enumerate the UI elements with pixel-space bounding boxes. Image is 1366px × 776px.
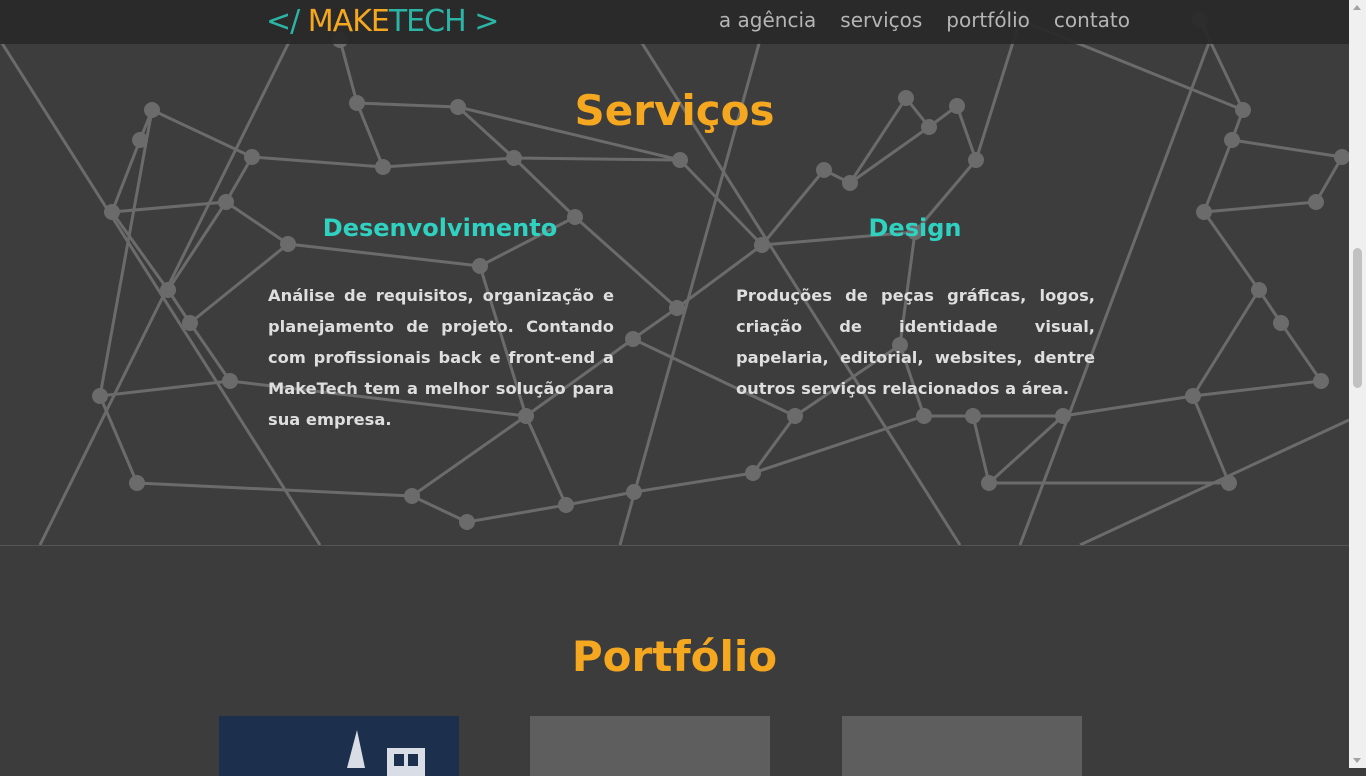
network-node: [916, 408, 932, 424]
services-section: Serviços Desenvolvimento Análise de requ…: [0, 0, 1349, 546]
network-node: [506, 150, 522, 166]
network-edge: [251, 155, 384, 169]
network-edge: [1203, 200, 1317, 214]
portfolio-title: Portfólio: [571, 632, 778, 681]
network-node: [472, 258, 488, 274]
network-edge: [513, 156, 681, 162]
network-edge: [849, 125, 930, 185]
network-node: [459, 514, 475, 530]
network-node: [672, 152, 688, 168]
service-title-design: Design: [868, 214, 962, 242]
network-edge: [971, 415, 991, 484]
top-navbar: </ MAKETECH > a agência serviços portfól…: [0, 0, 1349, 44]
network-edge: [632, 306, 678, 341]
network-node: [1185, 388, 1201, 404]
network-node: [1313, 373, 1329, 389]
network-edge: [752, 414, 925, 475]
scrollbar-thumb[interactable]: [1353, 248, 1362, 388]
scroll-up-arrow-icon[interactable]: [1353, 5, 1361, 10]
network-edge: [1202, 139, 1234, 213]
network-node: [625, 331, 641, 347]
network-node: [92, 388, 108, 404]
network-node: [745, 465, 761, 481]
main-nav: a agência serviços portfólio contato: [719, 8, 1130, 32]
service-title-development: Desenvolvimento: [322, 214, 558, 242]
network-node: [626, 484, 642, 500]
network-node: [816, 162, 832, 178]
logo-text-make: MAKE: [307, 4, 390, 39]
network-edge: [166, 201, 228, 291]
network-edge: [136, 481, 413, 498]
network-edge: [98, 395, 139, 484]
portfolio-card-3[interactable]: [842, 716, 1082, 776]
network-edge: [512, 156, 577, 219]
nav-link-servicos[interactable]: serviços: [840, 8, 922, 32]
network-node: [160, 282, 176, 298]
network-node: [244, 149, 260, 165]
network-node: [965, 408, 981, 424]
network-edge: [98, 109, 154, 397]
network-node: [404, 488, 420, 504]
network-node: [968, 152, 984, 168]
network-node: [182, 315, 198, 331]
network-edge: [987, 414, 1065, 485]
network-edge: [1192, 379, 1322, 398]
network-edge: [1202, 211, 1261, 291]
service-text-design: Produções de peças gráficas, logos, cria…: [736, 286, 1095, 398]
network-node: [558, 497, 574, 513]
network-node: [1251, 282, 1267, 298]
network-node: [1273, 315, 1289, 331]
portfolio-card-1[interactable]: [219, 716, 459, 776]
scroll-down-arrow-icon[interactable]: [1353, 758, 1361, 763]
network-node: [129, 475, 145, 491]
network-edge: [1231, 138, 1343, 159]
network-node: [218, 194, 234, 210]
network-edge: [633, 471, 754, 494]
nav-link-contato[interactable]: contato: [1054, 8, 1130, 32]
network-edge: [1279, 322, 1323, 382]
network-node: [222, 373, 238, 389]
maketech-logo[interactable]: </ MAKETECH >: [266, 3, 499, 41]
portfolio-thumbnail-image: [347, 730, 425, 776]
network-edge: [287, 242, 481, 268]
network-edge: [1191, 289, 1261, 397]
network-node: [1308, 194, 1324, 210]
nav-link-agencia[interactable]: a agência: [719, 8, 816, 32]
network-edge: [565, 490, 635, 507]
nav-link-portfolio[interactable]: portfólio: [946, 8, 1030, 32]
network-node: [1055, 408, 1071, 424]
network-node: [1221, 475, 1237, 491]
network-node: [842, 175, 858, 191]
network-edge: [411, 494, 468, 524]
network-node: [1334, 149, 1349, 165]
logo-bracket-open: </: [266, 4, 300, 39]
service-text-development: Análise de requisitos, organização e pla…: [268, 286, 614, 429]
network-node: [669, 300, 685, 316]
logo-bracket-close: >: [474, 4, 499, 39]
network-edge: [466, 503, 567, 524]
network-node: [104, 204, 120, 220]
network-node: [1196, 204, 1212, 220]
network-node: [981, 475, 997, 491]
network-background: [0, 12, 1349, 545]
network-edge: [382, 156, 515, 169]
network-node: [787, 408, 803, 424]
network-edge: [1191, 395, 1231, 484]
network-node: [375, 159, 391, 175]
portfolio-card-2[interactable]: [530, 716, 770, 776]
logo-text-tech: TECH: [388, 4, 467, 39]
services-title: Serviços: [574, 86, 775, 135]
page-scrollbar[interactable]: [1349, 0, 1366, 768]
